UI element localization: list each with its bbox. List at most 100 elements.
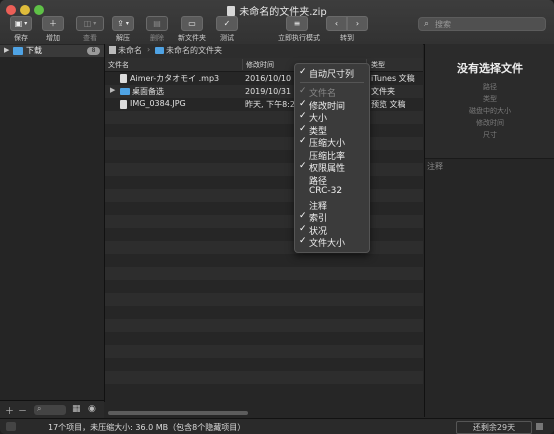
table-row xyxy=(105,163,423,176)
sidebar-filter-input[interactable]: ⌕ xyxy=(34,404,66,415)
menu-item-auto-size-columns[interactable]: ✓ 自动尺寸列 xyxy=(295,67,369,80)
table-row xyxy=(105,215,423,228)
menu-item-label: 压缩大小 xyxy=(309,139,346,149)
checkmark-icon: ✓ xyxy=(299,98,307,109)
table-row xyxy=(105,137,423,150)
view-label: 查看 xyxy=(83,34,97,42)
column-header-modified[interactable]: 修改时间 xyxy=(246,60,274,70)
archive-window: 未命名的文件夹.zip ▣ ▾ 保存 ＋ 增加 ◫ ▾ 查看 ⇪ ▾ 解压 ▤ 删除 … xyxy=(0,0,554,434)
table-row xyxy=(105,228,423,241)
test-label: 测试 xyxy=(220,34,234,42)
table-row[interactable]: ▶ 桌面备选 2019/10/31 下 文件夹 xyxy=(105,85,423,98)
checkmark-icon: ✓ xyxy=(299,136,307,146)
table-row xyxy=(105,176,423,189)
table-row xyxy=(105,332,423,345)
back-button[interactable]: ‹ xyxy=(326,16,347,31)
execute-mode-button[interactable]: ≡ 立即执行模式 xyxy=(278,16,320,43)
add-button[interactable]: ＋ 增加 xyxy=(42,16,64,43)
inspector-toggle-icon[interactable] xyxy=(536,423,543,430)
save-button[interactable]: ▣ ▾ 保存 xyxy=(10,16,32,43)
extract-icon: ⇪ xyxy=(117,19,124,28)
checkmark-icon: ✓ xyxy=(299,123,307,134)
archive-document-icon xyxy=(227,6,236,16)
file-name: 桌面备选 xyxy=(132,87,164,96)
delete-label: 删除 xyxy=(150,34,164,42)
menu-item-label: 自动尺寸列 xyxy=(309,70,355,80)
menu-item-column-compressed-size[interactable]: ✓ 压缩大小 xyxy=(295,136,369,149)
disclosure-triangle-icon[interactable]: ▶ xyxy=(4,46,9,54)
menu-divider xyxy=(300,82,364,83)
audio-file-icon xyxy=(120,74,127,83)
forward-button[interactable]: › xyxy=(347,16,368,31)
archive-icon xyxy=(109,46,116,54)
horizontal-scrollbar[interactable] xyxy=(105,410,423,417)
file-type: iTunes 文稿 xyxy=(371,74,415,83)
sidebar-item-badge: 8 xyxy=(87,47,100,55)
chevron-left-icon: ‹ xyxy=(334,19,339,28)
remove-icon[interactable]: － xyxy=(18,404,27,417)
menu-item-label: CRC-32 xyxy=(309,186,343,196)
scrollbar-thumb[interactable] xyxy=(108,411,248,415)
table-row[interactable]: IMG_0384.JPG 昨天, 下午8:2 预览 文稿 xyxy=(105,98,423,111)
table-row xyxy=(105,267,423,280)
menu-item-label: 路径 xyxy=(309,176,328,187)
test-icon: ✓ xyxy=(223,19,231,28)
table-row xyxy=(105,371,423,384)
info-field-path: 路径 xyxy=(483,83,497,91)
menu-item-column-path[interactable]: 路径 xyxy=(295,174,369,187)
extract-label: 解压 xyxy=(116,34,130,42)
view-button[interactable]: ◫ ▾ 查看 xyxy=(76,16,104,43)
menu-item-column-compression-ratio[interactable]: 压缩比率 xyxy=(295,149,369,162)
preview-icon[interactable]: ◉ xyxy=(88,404,96,414)
search-input[interactable]: ⌕ 搜索 xyxy=(418,17,546,31)
column-header-type[interactable]: 类型 xyxy=(371,60,385,70)
file-modified: 昨天, 下午8:2 xyxy=(245,100,295,109)
chevron-down-icon: ▾ xyxy=(93,20,97,27)
sidebar-toggle-icon[interactable] xyxy=(6,422,16,431)
column-header-name[interactable]: 文件名 xyxy=(108,60,129,70)
breadcrumb-separator-icon: › xyxy=(147,45,151,54)
info-panel: 没有选择文件 路径 类型 磁盘中的大小 修改时间 尺寸 注释 xyxy=(424,44,554,417)
title-bar: 未命名的文件夹.zip ▣ ▾ 保存 ＋ 增加 ◫ ▾ 查看 ⇪ ▾ 解压 ▤ 删除 … xyxy=(0,0,554,45)
menu-item-column-size[interactable]: ✓ 大小 xyxy=(295,111,369,124)
new-folder-button[interactable]: ▭ 新文件夹 xyxy=(176,16,208,43)
execute-mode-icon: ≡ xyxy=(293,19,301,28)
add-file-icon: ＋ xyxy=(49,19,57,28)
menu-item-column-index[interactable]: ✓ 索引 xyxy=(295,211,369,224)
table-row xyxy=(105,189,423,202)
checkmark-icon: ✓ xyxy=(299,86,307,96)
info-field-type: 类型 xyxy=(483,95,497,103)
search-icon: ⌕ xyxy=(424,19,430,29)
add-icon[interactable]: ＋ xyxy=(5,404,14,417)
test-button[interactable]: ✓ 测试 xyxy=(216,16,238,43)
folder-icon xyxy=(13,47,23,55)
table-row xyxy=(105,254,423,267)
table-row[interactable]: Aimer-カタオモイ .mp3 2016/10/10 下 iTunes 文稿 xyxy=(105,72,423,85)
table-row xyxy=(105,280,423,293)
column-context-menu: ✓ 自动尺寸列 ✓ 文件名 ✓ 修改时间 ✓ 大小 ✓ 类型 ✓ 压缩大小 压缩… xyxy=(294,63,370,253)
sidebar-item-downloads[interactable]: ▶ 下载 8 xyxy=(0,45,104,57)
extract-button[interactable]: ⇪ ▾ 解压 xyxy=(112,16,134,43)
menu-item-column-status[interactable]: ✓ 状况 xyxy=(295,224,369,237)
menu-item-column-crc32[interactable]: CRC-32 xyxy=(295,186,369,198)
menu-item-column-file-size[interactable]: ✓ 文件大小 xyxy=(295,236,369,249)
breadcrumb: 未命名 › 未命名的文件夹 xyxy=(105,44,423,59)
menu-item-column-type[interactable]: ✓ 类型 xyxy=(295,123,369,137)
delete-button[interactable]: ▤ 删除 xyxy=(146,16,168,43)
breadcrumb-folder[interactable]: 未命名的文件夹 xyxy=(155,45,222,56)
file-type: 文件夹 xyxy=(371,87,395,96)
search-icon: ⌕ xyxy=(37,404,42,413)
info-panel-details: 没有选择文件 路径 类型 磁盘中的大小 修改时间 尺寸 xyxy=(425,44,554,159)
table-row xyxy=(105,384,423,397)
trial-days-button[interactable]: 还剩余29天 xyxy=(456,421,532,434)
breadcrumb-root[interactable]: 未命名 xyxy=(109,45,142,56)
menu-item-column-permissions[interactable]: ✓ 权限属性 xyxy=(295,161,369,174)
disclosure-triangle-icon[interactable]: ▶ xyxy=(110,86,115,94)
menu-item-label: 修改时间 xyxy=(309,101,346,112)
menu-item-column-comment[interactable]: 注释 xyxy=(295,199,369,212)
column-divider[interactable] xyxy=(242,59,243,70)
menu-item-label: 文件大小 xyxy=(309,239,346,249)
menu-item-column-modified[interactable]: ✓ 修改时间 xyxy=(295,98,369,112)
table-row xyxy=(105,111,423,124)
grid-view-icon[interactable]: ▦ xyxy=(72,404,81,414)
